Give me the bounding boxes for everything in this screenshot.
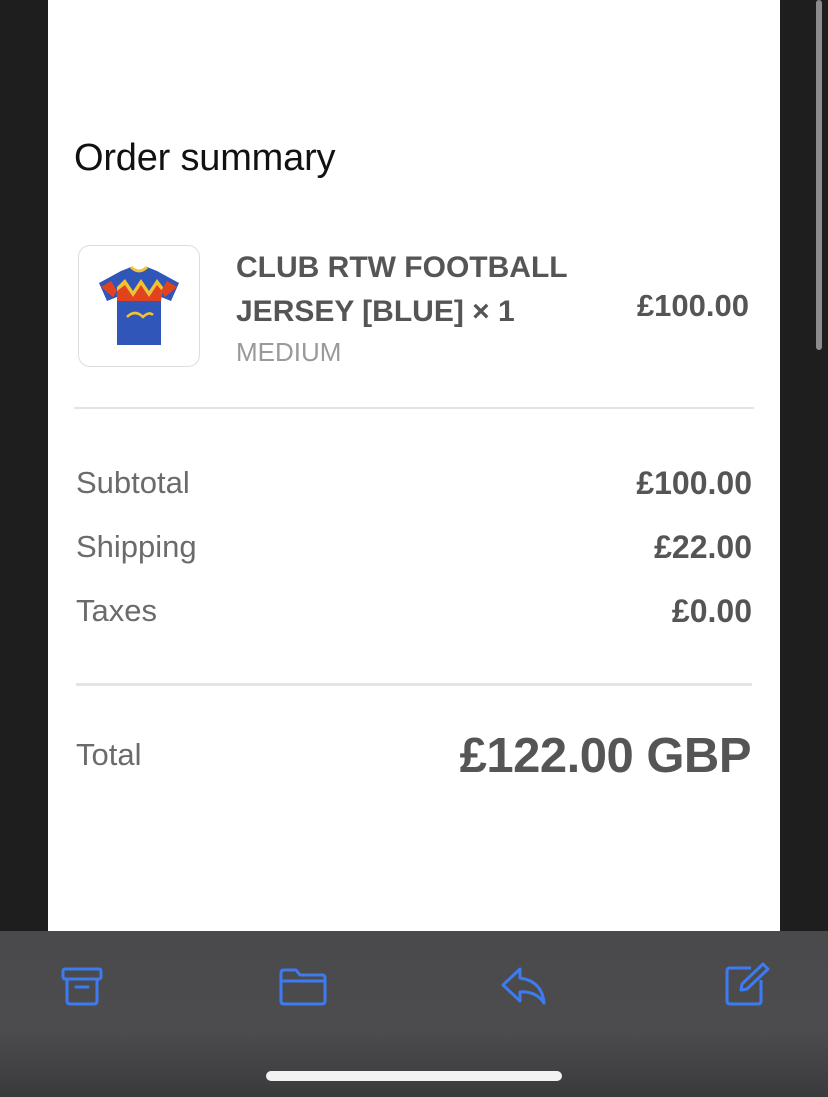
compose-icon [725, 962, 770, 1006]
scrollbar[interactable] [816, 0, 822, 350]
taxes-label: Taxes [76, 593, 157, 628]
move-to-folder-button[interactable] [277, 961, 329, 1011]
mail-toolbar [0, 931, 828, 1097]
total-value: £122.00 GBP [459, 729, 752, 783]
shipping-value: £22.00 [654, 529, 752, 565]
archive-button[interactable] [56, 961, 108, 1011]
compose-button[interactable] [720, 961, 772, 1011]
mail-screen: Order summary CLUB RTW FOOTBALL JERSEY [… [0, 0, 828, 1097]
divider [76, 683, 752, 686]
page-title: Order summary [74, 137, 336, 179]
archive-icon [61, 967, 103, 1006]
email-content: Order summary CLUB RTW FOOTBALL JERSEY [… [48, 0, 780, 931]
subtotal-value: £100.00 [636, 465, 752, 501]
item-variant: MEDIUM [236, 337, 342, 367]
reply-button[interactable] [498, 961, 550, 1011]
taxes-value: £0.00 [671, 593, 752, 629]
shipping-row: Shipping £22.00 [76, 529, 752, 569]
taxes-row: Taxes £0.00 [76, 593, 752, 633]
subtotal-row: Subtotal £100.00 [76, 465, 752, 505]
total-label: Total [76, 737, 142, 772]
jersey-image [99, 265, 179, 345]
shipping-label: Shipping [76, 529, 197, 564]
item-price: £100.00 [636, 288, 749, 323]
reply-icon [501, 967, 546, 1005]
product-thumbnail [78, 245, 200, 367]
item-name: CLUB RTW FOOTBALL JERSEY [BLUE] × 1 [236, 251, 568, 328]
divider [74, 407, 754, 409]
folder-icon [279, 968, 327, 1006]
subtotal-label: Subtotal [76, 465, 190, 500]
home-indicator[interactable] [266, 1071, 562, 1081]
